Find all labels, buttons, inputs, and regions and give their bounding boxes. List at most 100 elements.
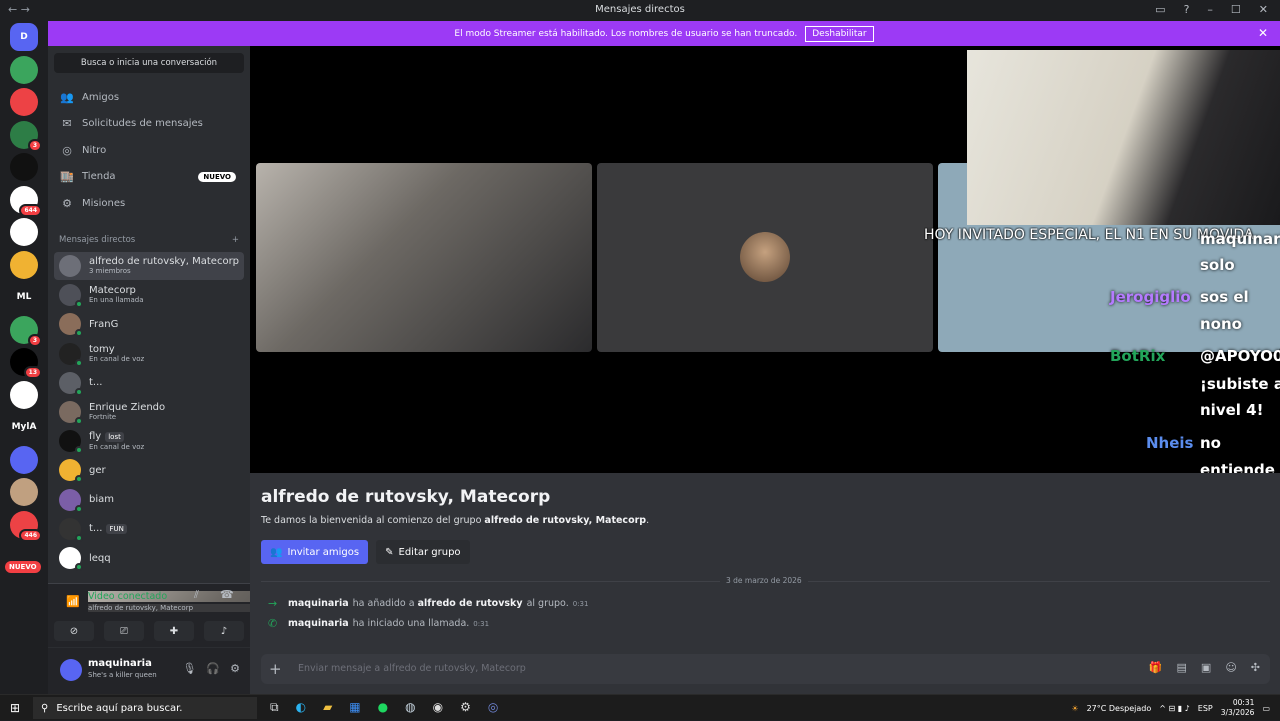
dm-list-item[interactable]: leqq (54, 544, 244, 572)
server-icon[interactable] (10, 55, 38, 84)
server-icon[interactable]: 446 (10, 510, 42, 542)
weather-text[interactable]: 27°C Despejado (1087, 704, 1152, 713)
search-input[interactable]: Busca o inicia una conversación (54, 53, 244, 73)
message-composer[interactable]: + Enviar mensaje a alfredo de rutovsky, … (261, 654, 1270, 684)
message-author[interactable]: maquinaria (288, 598, 349, 609)
avatar[interactable] (60, 659, 82, 681)
clock[interactable]: 00:31 3/3/2026 (1221, 698, 1255, 718)
video-tile[interactable] (256, 163, 592, 352)
server-icon[interactable]: D (10, 23, 38, 51)
camera-off-button[interactable]: ⊘ (54, 621, 94, 641)
server-icon[interactable] (10, 478, 38, 506)
taskbar-search[interactable]: ⚲ Escribe aquí para buscar. (33, 697, 257, 719)
nav-label: Tienda (82, 171, 116, 183)
disable-streamer-button[interactable]: Deshabilitar (805, 25, 874, 42)
dm-list-item[interactable]: biam (54, 486, 244, 514)
nav-item-nitro[interactable]: ◎ Nitro (54, 138, 244, 162)
task-view-icon[interactable]: ⧉ (270, 700, 279, 715)
edit-group-button[interactable]: ✎ Editar grupo (376, 540, 470, 564)
dm-list-item[interactable]: ger (54, 456, 244, 484)
help-icon[interactable]: ? (1184, 3, 1190, 16)
spotify-icon[interactable]: ● (378, 700, 388, 715)
gift-icon[interactable]: 🎁 (1149, 661, 1163, 674)
headphones-icon[interactable]: 🎧 (206, 662, 220, 675)
windows-start-icon[interactable]: ⊞ (10, 701, 20, 715)
dm-list-item[interactable]: fly lost En canal de voz (54, 427, 244, 455)
mention-badge: 3 (27, 138, 42, 152)
message-target[interactable]: alfredo de rutovsky (418, 598, 523, 609)
dm-list-item[interactable]: t... (54, 369, 244, 397)
folder-icon[interactable]: ▰ (323, 700, 332, 715)
dm-list-item[interactable]: FranG (54, 310, 244, 338)
minimize-button[interactable]: – (1207, 3, 1213, 16)
system-message: → maquinaria ha añadido a alfredo de rutov… (268, 597, 588, 610)
server-icon[interactable]: MylA (10, 413, 38, 441)
windows-taskbar: ⊞ ⚲ Escribe aquí para buscar. ⧉ ◐ ▰ ▦ ● ◍… (0, 694, 1280, 720)
welcome-text: Te damos la bienvenida al comienzo del g… (261, 515, 649, 526)
clock-date: 3/3/2026 (1220, 708, 1255, 717)
plus-icon[interactable]: + (269, 660, 282, 678)
microphone-icon[interactable]: 🎙 (182, 662, 196, 675)
server-icon[interactable] (10, 153, 38, 181)
inbox-icon[interactable]: ▭ (1155, 3, 1165, 16)
user-name: maquinaria (88, 658, 152, 669)
sticker-icon[interactable]: ▣ (1201, 661, 1211, 674)
dm-name: ger (89, 464, 106, 476)
avatar (59, 517, 83, 542)
soundboard-button[interactable]: ♪ (204, 621, 244, 641)
server-icon[interactable]: 644 (10, 185, 42, 217)
notifications-icon[interactable]: ▭ (1262, 704, 1270, 713)
close-window-button[interactable]: ✕ (1259, 3, 1268, 16)
steam-icon[interactable]: ◍ (405, 700, 415, 715)
add-dm-icon[interactable]: + (232, 235, 239, 245)
server-icon[interactable] (10, 380, 38, 409)
obs-icon[interactable]: ◉ (433, 700, 443, 715)
mention-badge: 446 (19, 528, 42, 542)
dm-list-item[interactable]: tomy En canal de voz (54, 340, 244, 368)
server-icon[interactable] (10, 88, 38, 116)
dm-list-item[interactable]: t... FUN (54, 515, 244, 543)
nav-item-tienda[interactable]: 🏬 Tienda NUEVO (54, 165, 244, 189)
invite-friends-button[interactable]: 👥 Invitar amigos (261, 540, 369, 564)
dm-list-item[interactable]: Matecorp En una llamada (54, 281, 244, 309)
video-tile[interactable] (597, 163, 933, 352)
settings-icon[interactable]: ⚙ (460, 700, 471, 715)
server-icon[interactable]: 3 (10, 315, 42, 347)
status-indicator (75, 417, 83, 425)
close-icon[interactable]: ✕ (1258, 26, 1268, 40)
nav-item-amigos[interactable]: 👥 Amigos (54, 85, 244, 109)
discord-icon[interactable]: ◎ (488, 700, 498, 715)
emoji-icon[interactable]: ☺ (1225, 661, 1236, 674)
disconnect-icon[interactable]: ☎ (220, 588, 234, 601)
nav-item-solicitudes-de-mensajes[interactable]: ✉ Solicitudes de mensajes (54, 112, 244, 136)
maximize-button[interactable]: ☐ (1231, 3, 1241, 16)
activities-button[interactable]: ✚ (154, 621, 194, 641)
settings-gear-icon[interactable]: ⚙ (230, 662, 240, 675)
message-input[interactable]: Enviar mensaje a alfredo de rutovsky, Ma… (298, 663, 526, 674)
screen-share-button[interactable]: ⎚ (104, 621, 144, 641)
edge-icon[interactable]: ◐ (296, 700, 306, 715)
noise-suppression-icon[interactable]: ⫽ (194, 588, 199, 602)
dm-name: fly (89, 430, 102, 442)
apps-icon[interactable]: ✣ (1251, 661, 1260, 674)
language-indicator[interactable]: ESP (1198, 704, 1213, 713)
avatar (740, 232, 790, 282)
tray-icons[interactable]: ^ ⊟ ▮ ♪ (1159, 704, 1190, 713)
server-icon[interactable] (10, 250, 38, 279)
server-icon[interactable] (10, 218, 38, 246)
server-icon[interactable]: 13 (10, 348, 42, 379)
server-icon[interactable]: ML (10, 283, 38, 311)
server-icon[interactable]: 3 (10, 120, 42, 152)
dm-list-item[interactable]: Enrique Ziendo Fortnite (54, 398, 244, 426)
status-indicator (75, 387, 83, 396)
message-author[interactable]: maquinaria (288, 618, 349, 629)
gif-icon[interactable]: ▤ (1177, 661, 1187, 674)
store-icon[interactable]: ▦ (349, 700, 360, 715)
nav-item-misiones[interactable]: ⚙ Misiones (54, 191, 244, 215)
dm-list-item[interactable]: alfredo de rutovsky, Matecorp 3 miembros (54, 252, 244, 280)
chat-line: ¡subiste al (1200, 375, 1280, 393)
dm-name: alfredo de rutovsky, Matecorp (89, 256, 240, 267)
avatar (59, 547, 83, 571)
server-icon[interactable] (10, 445, 38, 474)
welcome-group-name: alfredo de rutovsky, Matecorp (484, 515, 647, 526)
